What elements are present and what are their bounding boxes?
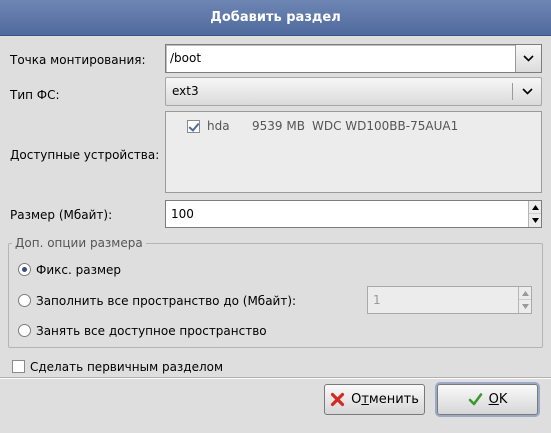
cancel-button[interactable]: Отменить (324, 384, 425, 415)
chevron-down-icon (521, 88, 533, 95)
fstype-label: Тип ФС: (10, 88, 60, 102)
size-spinbox[interactable]: 100 (165, 200, 542, 228)
device-size: 9539 MB (252, 119, 305, 133)
spin-down-icon[interactable] (529, 214, 541, 227)
size-spin-arrows[interactable] (528, 201, 541, 227)
fill-all-radio[interactable] (18, 324, 31, 337)
primary-partition-checkbox[interactable] (12, 360, 25, 373)
mount-point-input[interactable]: /boot (170, 51, 201, 65)
fstype-dropdown-arrow (519, 78, 535, 105)
button-separator (0, 377, 551, 379)
spin-up-icon[interactable] (529, 201, 541, 214)
fill-upto-spin-arrows[interactable] (518, 287, 531, 313)
cancel-icon (330, 392, 345, 407)
device-model: WDC WD100BB-75AUA1 (312, 119, 459, 133)
fill-upto-spinbox[interactable]: 1 (367, 286, 532, 314)
device-checkbox[interactable] (187, 120, 200, 133)
ok-label: ОK (488, 392, 508, 407)
chevron-down-icon (523, 55, 534, 62)
cancel-label: Отменить (351, 392, 419, 407)
dialog-title: Добавить раздел (210, 10, 341, 25)
mount-point-label: Точка монтирования: (10, 53, 146, 67)
checkmark-icon (468, 393, 482, 406)
size-options-title: Доп. опции размера (12, 236, 146, 250)
spin-up-icon[interactable] (519, 287, 531, 300)
fill-all-label[interactable]: Занять все доступное пространство (36, 324, 267, 338)
fill-upto-input[interactable]: 1 (373, 293, 381, 307)
size-input[interactable]: 100 (171, 207, 194, 221)
mount-point-combo[interactable]: /boot (165, 44, 542, 73)
fill-upto-radio[interactable] (18, 294, 31, 307)
mount-point-dropdown-button[interactable] (515, 45, 541, 72)
fstype-value: ext3 (172, 84, 199, 98)
fstype-select[interactable]: ext3 (165, 77, 542, 106)
dialog-title-bar: Добавить раздел (0, 0, 551, 36)
devices-list[interactable]: hda 9539 MB WDC WD100BB-75AUA1 (165, 111, 542, 193)
primary-partition-label[interactable]: Сделать первичным разделом (30, 360, 223, 374)
size-label: Размер (Мбайт): (10, 208, 113, 222)
fixed-size-label[interactable]: Фикс. размер (36, 263, 121, 277)
devices-label: Доступные устройства: (10, 148, 160, 162)
ok-button[interactable]: ОK (437, 384, 538, 415)
spin-down-icon[interactable] (519, 300, 531, 313)
device-name: hda (207, 119, 230, 133)
fstype-separator (512, 83, 513, 100)
fixed-size-radio[interactable] (18, 263, 31, 276)
fill-upto-label[interactable]: Заполнить все пространство до (Мбайт): (36, 294, 296, 308)
device-row[interactable]: hda 9539 MB WDC WD100BB-75AUA1 (166, 115, 541, 135)
